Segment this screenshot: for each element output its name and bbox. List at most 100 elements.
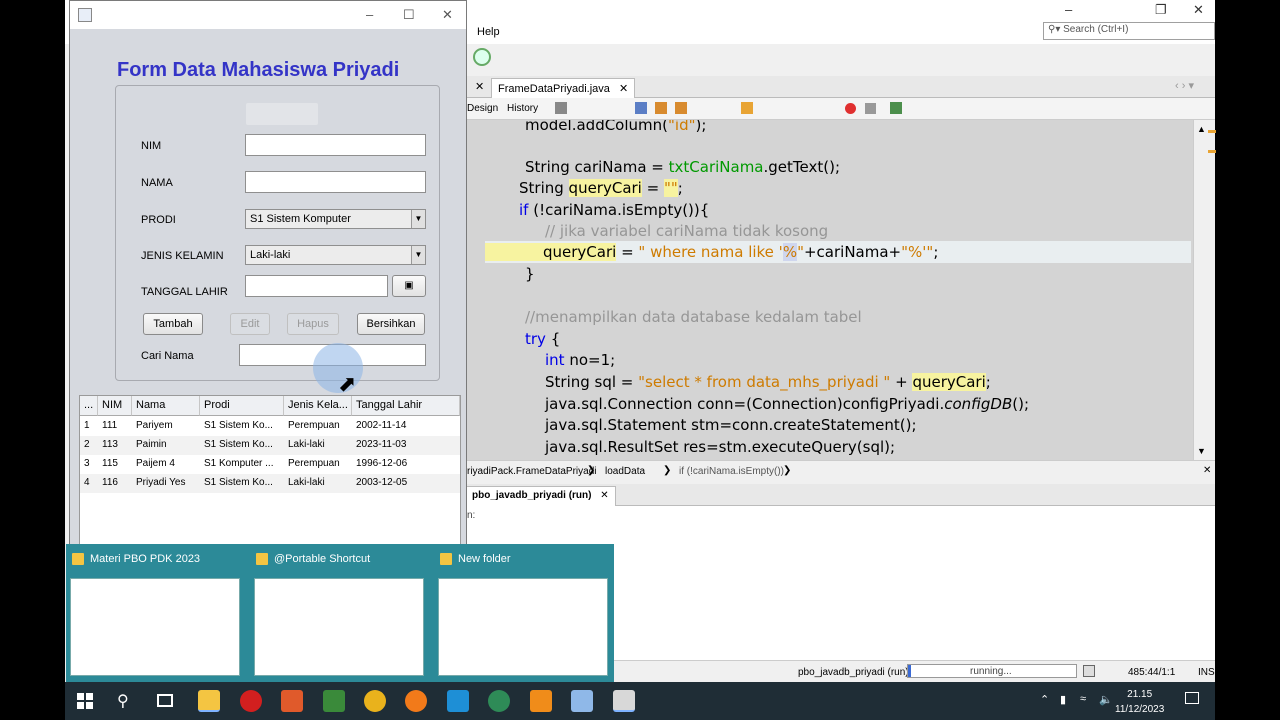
breadcrumb-if[interactable]: if (!cariNama.isEmpty()) [679, 466, 784, 477]
nama-field[interactable] [245, 171, 426, 193]
preview-thumbnail[interactable] [254, 578, 424, 676]
table-cell: 2 [84, 439, 90, 450]
edit-button[interactable]: Edit [230, 313, 270, 335]
chevron-right-icon: ❯ [783, 465, 792, 476]
scroll-down-icon[interactable]: ▼ [1197, 446, 1206, 456]
table-cell: 2003-12-05 [356, 477, 408, 488]
chevron-down-icon[interactable]: ▼ [411, 246, 425, 264]
tanggal-lahir-field[interactable] [245, 275, 388, 297]
preview-window-newfolder[interactable]: New folder [434, 544, 614, 682]
code-line: String cariNama = txtCariNama.getText(); [525, 158, 840, 176]
app-icon[interactable] [530, 690, 552, 712]
scroll-tabs-icon[interactable]: ‹ › ▾ [1175, 79, 1194, 92]
app-icon[interactable] [447, 690, 469, 712]
table-header[interactable]: Jenis Kela... [284, 396, 352, 416]
folder-icon [256, 553, 268, 565]
file-explorer-icon[interactable] [198, 690, 220, 712]
app-icon[interactable] [323, 690, 345, 712]
table-row[interactable]: 3 115 Paijem 4 S1 Komputer ... Perempuan… [80, 455, 460, 474]
record-macro-icon[interactable] [845, 103, 856, 114]
table-row[interactable]: 1 111 Pariyem S1 Sistem Ko... Perempuan … [80, 417, 460, 436]
taskbar-preview: Materi PBO PDK 2023 @Portable Shortcut N… [66, 544, 614, 682]
bookmark-icon[interactable] [741, 102, 753, 114]
opera-icon[interactable] [240, 690, 262, 712]
hapus-button[interactable]: Hapus [287, 313, 339, 335]
tab-framedatapriyadi[interactable]: FrameDataPriyadi.java ✕ [491, 78, 636, 98]
tab-history[interactable]: History [507, 103, 538, 114]
notification-icon[interactable] [1185, 692, 1199, 704]
task-view-icon[interactable] [157, 694, 173, 707]
tab-design[interactable]: Design [467, 103, 498, 114]
scroll-up-icon[interactable]: ▲ [1197, 124, 1206, 134]
nim-field[interactable] [245, 134, 426, 156]
code-line: java.sql.ResultSet res=stm.executeQuery(… [545, 438, 896, 456]
search-icon[interactable]: ⚲ [117, 691, 129, 711]
search-input[interactable]: ⚲▾ Search (Ctrl+I) [1043, 22, 1215, 40]
error-stripe-marker[interactable] [1208, 130, 1216, 133]
preview-thumbnail[interactable] [70, 578, 240, 676]
chevron-down-icon[interactable]: ▼ [411, 210, 425, 228]
preview-window-materi[interactable]: Materi PBO PDK 2023 [66, 544, 246, 682]
app-icon[interactable] [488, 690, 510, 712]
code-editor[interactable]: model.addColumn("id"); String cariNama =… [465, 120, 1193, 460]
table-header[interactable]: Prodi [200, 396, 284, 416]
restore-icon[interactable]: ❐ [1155, 2, 1167, 18]
close-icon[interactable]: ✕ [600, 490, 608, 501]
cancel-task-icon[interactable] [1083, 665, 1095, 677]
error-stripe-marker[interactable] [1208, 150, 1216, 153]
table-header[interactable]: ... [80, 396, 98, 416]
output-tab-label: pbo_javadb_priyadi (run) [472, 490, 592, 501]
minimize-icon[interactable]: – [366, 7, 373, 22]
prodi-select[interactable]: S1 Sistem Komputer ▼ [245, 209, 426, 229]
output-tabbar: pbo_javadb_priyadi (run) ✕ [465, 484, 1215, 506]
close-icon[interactable]: ✕ [619, 83, 628, 95]
firefox-icon[interactable] [405, 690, 427, 712]
table-header[interactable]: NIM [98, 396, 132, 416]
table-row[interactable]: 4 116 Priyadi Yes S1 Sistem Ko... Laki-l… [80, 474, 460, 493]
bersihkan-button[interactable]: Bersihkan [357, 313, 425, 335]
breadcrumb-class[interactable]: riyadiPack.FrameDataPriyadi [467, 466, 597, 477]
profile-icon[interactable] [473, 48, 491, 66]
table-row[interactable]: 2 113 Paimin S1 Sistem Ko... Laki-laki 2… [80, 436, 460, 455]
menu-help[interactable]: Help [477, 26, 500, 38]
wifi-icon[interactable]: ≈ [1080, 693, 1086, 705]
windows-start-icon[interactable] [77, 693, 93, 712]
table-header[interactable]: Nama [132, 396, 200, 416]
status-mode: INS [1198, 667, 1215, 678]
table-header[interactable]: Tanggal Lahir [352, 396, 460, 416]
id-field-disabled [246, 103, 318, 125]
java-icon[interactable] [613, 690, 635, 712]
next-occurrence-icon[interactable] [675, 102, 687, 114]
table-cell: Paimin [136, 439, 167, 450]
tab-output-run[interactable]: pbo_javadb_priyadi (run) ✕ [465, 486, 616, 506]
editor-scrollbar[interactable]: ▲ ▼ [1193, 120, 1216, 460]
breadcrumb-method[interactable]: loadData [605, 466, 645, 477]
tambah-button[interactable]: Tambah [143, 313, 203, 335]
data-table[interactable]: ... NIM Nama Prodi Jenis Kela... Tanggal… [79, 395, 461, 545]
chevron-right-icon: ❯ [587, 465, 596, 476]
calendar-icon[interactable]: ▣ [392, 275, 426, 297]
toolbar-icon[interactable] [555, 102, 567, 114]
diff-icon[interactable] [890, 102, 902, 114]
maximize-icon[interactable]: ☐ [403, 7, 415, 23]
clock[interactable]: 21.15 11/12/2023 [1115, 687, 1164, 717]
chrome-icon[interactable] [364, 690, 386, 712]
volume-icon[interactable]: 🔈 [1099, 693, 1113, 706]
editor-toolbar: Design History [465, 98, 1215, 120]
preview-window-portable[interactable]: @Portable Shortcut [250, 544, 430, 682]
app-icon[interactable] [281, 690, 303, 712]
find-icon[interactable] [635, 102, 647, 114]
close-icon[interactable]: ✕ [1203, 465, 1211, 476]
chevron-up-icon[interactable]: ⌃ [1040, 693, 1049, 706]
stop-macro-icon[interactable] [865, 103, 876, 114]
close-icon[interactable]: ✕ [1193, 2, 1204, 18]
jenis-kelamin-select[interactable]: Laki-laki ▼ [245, 245, 426, 265]
preview-thumbnail[interactable] [438, 578, 608, 676]
battery-icon[interactable]: ▮ [1060, 693, 1066, 706]
close-icon[interactable]: ✕ [442, 7, 453, 23]
close-tab-icon[interactable]: ✕ [475, 80, 484, 93]
table-cell: S1 Sistem Ko... [204, 477, 273, 488]
prev-occurrence-icon[interactable] [655, 102, 667, 114]
app-icon[interactable] [571, 690, 593, 712]
minimize-icon[interactable]: – [1065, 2, 1072, 17]
